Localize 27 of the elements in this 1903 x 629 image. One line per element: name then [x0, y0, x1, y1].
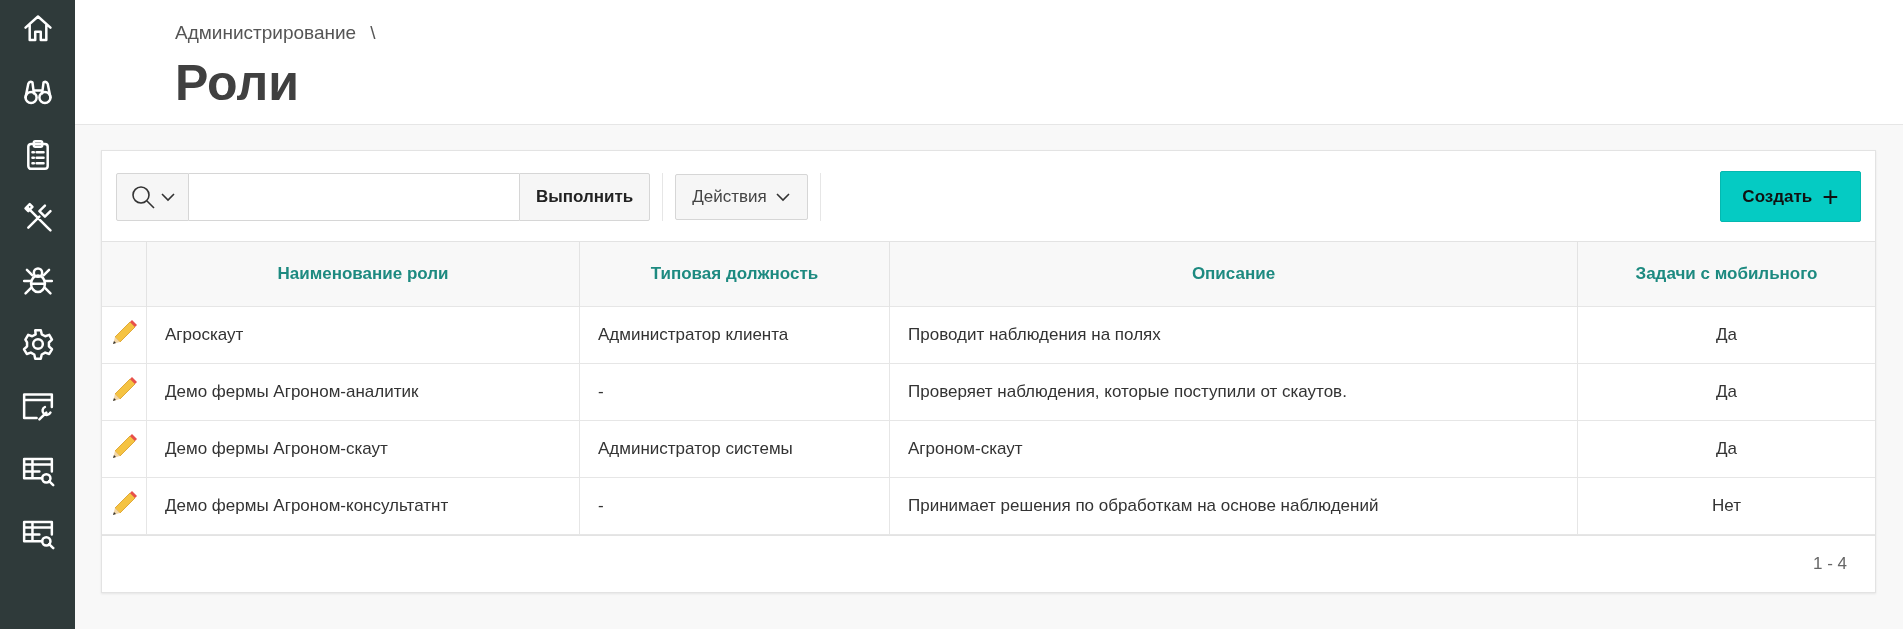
search-menu-button[interactable] [116, 172, 189, 221]
table-cell: Демо фермы Агроном-аналитик [146, 363, 580, 421]
search-field[interactable] [189, 172, 519, 221]
column-header[interactable]: Задачи с мобильного [1577, 242, 1875, 307]
table-cell: Демо фермы Агроном-консультатнт [146, 477, 580, 535]
column-header[interactable]: Типовая должность [579, 242, 890, 307]
breadcrumb-separator: \ [370, 22, 376, 44]
pagination-range: 1 - 4 [1812, 554, 1847, 574]
table-cell: Да [1577, 306, 1875, 364]
actions-button[interactable]: Действия [675, 173, 808, 220]
table-cell: Проверяет наблюдения, которые поступили от скаутов. [889, 363, 1578, 421]
table-cell: Демо фермы Агроном-скаут [146, 420, 580, 478]
table-cell: - [579, 363, 890, 421]
search-icon [129, 183, 156, 210]
table-cell: Агроскаут [146, 306, 580, 364]
table-cell: Администратор системы [579, 420, 890, 478]
table-cell: Агроном-скаут [889, 420, 1578, 478]
breadcrumb-link[interactable]: Администрирование [175, 22, 357, 44]
table-cell: Принимает решения по обработкам на основе наблюдений [889, 477, 1578, 535]
table-cell: Проводит наблюдения на полях [889, 306, 1578, 364]
table-cell: Администратор клиента [579, 306, 890, 364]
column-header[interactable]: Наименование роли [146, 242, 580, 307]
go-button[interactable]: Выполнить [519, 172, 651, 221]
column-header[interactable]: Описание [889, 242, 1578, 307]
page-title: Роли [175, 54, 299, 112]
table-cell: - [579, 477, 890, 535]
create-button[interactable]: Создать + [1720, 171, 1861, 222]
